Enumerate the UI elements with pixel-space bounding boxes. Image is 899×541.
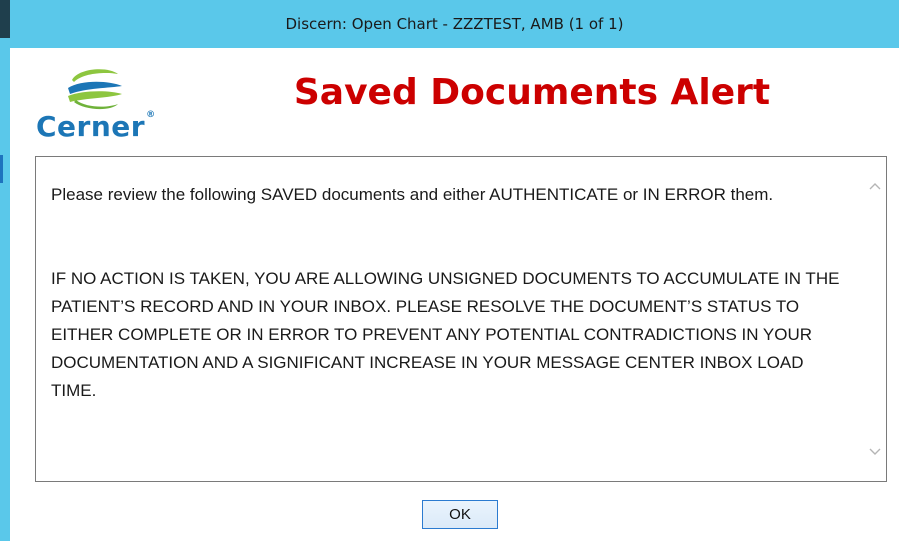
window-left-frame <box>0 0 10 541</box>
dialog-window: Discern: Open Chart - ZZZTEST, AMB (1 of… <box>0 0 899 541</box>
window-left-frame-dark <box>0 0 10 38</box>
cerner-logo: Cerner® <box>36 60 166 150</box>
scroll-up-button[interactable] <box>864 175 886 197</box>
ok-button-label: OK <box>449 506 471 523</box>
message-paragraph-warning: IF NO ACTION IS TAKEN, YOU ARE ALLOWING … <box>51 269 840 400</box>
window-title: Discern: Open Chart - ZZZTEST, AMB (1 of… <box>285 15 624 33</box>
alert-title: Saved Documents Alert <box>293 72 771 113</box>
window-left-marker <box>0 155 3 183</box>
chevron-up-icon <box>869 183 881 190</box>
message-paragraph-intro: Please review the following SAVED docume… <box>51 185 774 204</box>
cerner-logo-wordmark: Cerner® <box>36 110 156 143</box>
message-content: Please review the following SAVED docume… <box>51 181 851 405</box>
cerner-logo-icon <box>68 69 122 110</box>
message-textbox[interactable]: Please review the following SAVED docume… <box>35 156 887 482</box>
ok-button[interactable]: OK <box>422 500 498 529</box>
window-titlebar[interactable]: Discern: Open Chart - ZZZTEST, AMB (1 of… <box>10 0 899 48</box>
dialog-client-area: Cerner® Saved Documents Alert Please rev… <box>22 48 899 541</box>
chevron-down-icon <box>869 448 881 455</box>
message-scrollbar[interactable] <box>864 157 886 481</box>
scroll-down-button[interactable] <box>864 441 886 463</box>
